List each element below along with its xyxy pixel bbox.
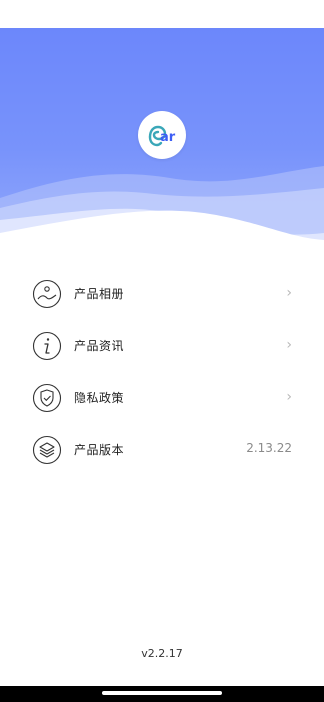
menu-item-label: 产品资讯 [74,339,125,353]
ear-logo-icon: ar [148,125,176,147]
app-logo: ar [138,111,186,159]
status-bar [0,0,324,28]
menu-item-album[interactable]: 产品相册 › [0,268,324,320]
home-indicator[interactable] [102,691,222,695]
album-icon [32,279,62,309]
menu-item-news[interactable]: 产品资讯 › [0,320,324,372]
info-icon [32,331,62,361]
chevron-right-icon: › [286,389,292,405]
menu-list: 产品相册 › 产品资讯 › 隐私政策 › 产品版本 2.13.22 [0,268,324,476]
menu-item-label: 产品版本 [74,443,125,457]
menu-item-version: 产品版本 2.13.22 [0,424,324,476]
menu-item-privacy[interactable]: 隐私政策 › [0,372,324,424]
system-nav-bar [0,686,324,702]
menu-item-label: 产品相册 [74,287,125,301]
chevron-right-icon: › [286,337,292,353]
version-value: 2.13.22 [246,441,292,455]
app-version-text: v2.2.17 [141,647,183,660]
header-banner: ar [0,28,324,248]
shield-check-icon [32,383,62,413]
layers-icon [32,435,62,465]
chevron-right-icon: › [286,285,292,301]
menu-item-label: 隐私政策 [74,391,125,405]
svg-text:ar: ar [160,130,176,145]
